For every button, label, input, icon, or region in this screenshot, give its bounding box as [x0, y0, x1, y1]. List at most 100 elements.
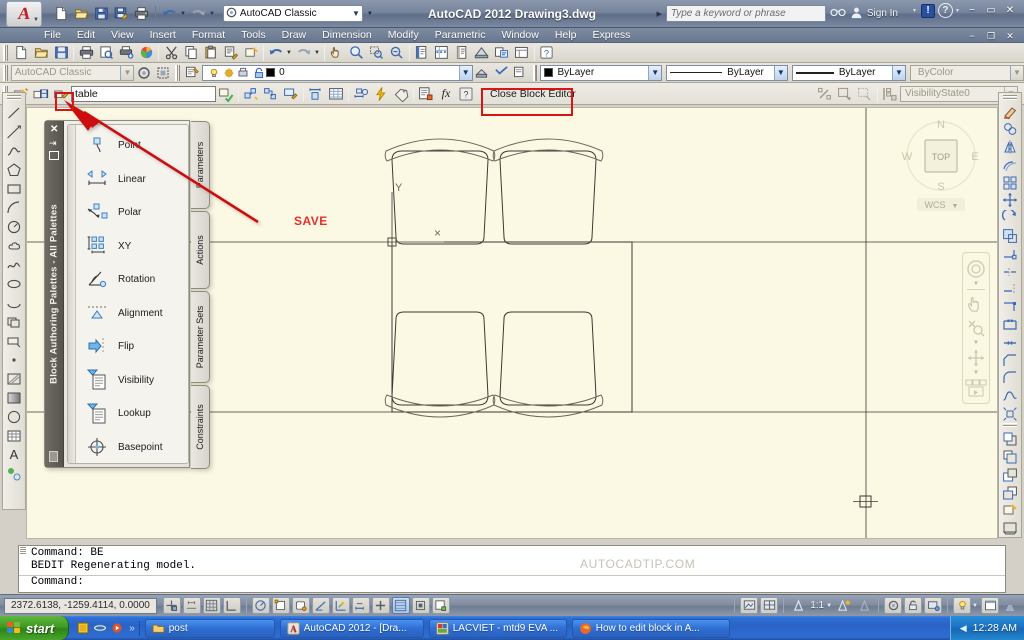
quick-properties-toggle[interactable]: [431, 597, 450, 614]
multiline-text-icon[interactable]: A: [4, 445, 24, 464]
workspace-menu-icon[interactable]: ▼: [367, 11, 373, 17]
help-dropdown-icon[interactable]: ▾: [956, 7, 959, 14]
menu-tools[interactable]: Tools: [233, 28, 274, 43]
show-hidden-icons-icon[interactable]: ◀: [960, 623, 967, 634]
palette-tab-parameters[interactable]: Parameters: [191, 121, 210, 209]
bring-to-front-icon[interactable]: [1000, 430, 1020, 448]
sheetset-icon[interactable]: [472, 44, 492, 62]
new-file-icon[interactable]: [52, 4, 71, 23]
doc-restore-button[interactable]: ❐: [983, 29, 999, 43]
chamfer-icon[interactable]: [1000, 352, 1020, 370]
dynamic-input-toggle[interactable]: [371, 597, 390, 614]
block-name-input[interactable]: table: [71, 85, 216, 102]
lineweight-toggle[interactable]: [391, 597, 410, 614]
palette-item-rotation[interactable]: Rotation: [78, 263, 188, 297]
spline-icon[interactable]: [4, 255, 24, 274]
move-icon[interactable]: [1000, 192, 1020, 210]
circle-icon[interactable]: [4, 217, 24, 236]
zoom-window-icon[interactable]: [367, 44, 387, 62]
workspace-switching-button[interactable]: [884, 597, 903, 614]
xref-icon[interactable]: [1000, 519, 1020, 537]
showmotion-icon[interactable]: [964, 376, 988, 400]
chevron-down-icon[interactable]: ▼: [826, 603, 832, 609]
lock-layer-icon[interactable]: [251, 64, 266, 82]
workspace-control-2[interactable]: AutoCAD Classic ▼: [10, 64, 135, 81]
layer-previous-icon[interactable]: [473, 64, 492, 82]
redo-dropdown-icon[interactable]: ▼: [314, 50, 320, 56]
menu-help[interactable]: Help: [547, 28, 585, 43]
taskbar-window-post[interactable]: post: [144, 618, 275, 638]
maximize-button[interactable]: ▭: [983, 4, 999, 18]
transparency-toggle[interactable]: [411, 597, 430, 614]
chevron-right-icon[interactable]: »: [129, 623, 135, 634]
plot-icon[interactable]: [76, 44, 96, 62]
edit-block-in-place-icon[interactable]: [1000, 502, 1020, 520]
more-icon[interactable]: ▾: [913, 7, 916, 14]
help-icon[interactable]: ?: [456, 85, 476, 103]
fx-icon[interactable]: fx: [436, 85, 456, 103]
break-at-point-icon[interactable]: [1000, 298, 1020, 316]
block-table-icon[interactable]: [306, 85, 326, 103]
workspace-settings-icon-2[interactable]: [134, 64, 153, 82]
make-invisible-icon[interactable]: [855, 85, 875, 103]
blend-curves-icon[interactable]: [1000, 387, 1020, 405]
pan-icon[interactable]: [327, 44, 347, 62]
auto-hide-icon[interactable]: ⇥: [49, 138, 57, 149]
search-input[interactable]: Type a keyword or phrase: [665, 5, 826, 22]
polygon-icon[interactable]: [4, 160, 24, 179]
menu-view[interactable]: View: [103, 28, 142, 43]
rectangle-icon[interactable]: [4, 179, 24, 198]
model-space-button[interactable]: [740, 597, 759, 614]
linetype-control[interactable]: ByLayer ▼: [666, 64, 788, 81]
insert-block-icon[interactable]: [4, 312, 24, 331]
save-icon[interactable]: [92, 4, 111, 23]
menu-format[interactable]: Format: [184, 28, 233, 43]
annotation-scale-icon[interactable]: [789, 597, 807, 614]
annotation-visibility-icon[interactable]: [835, 597, 853, 614]
send-under-object-icon[interactable]: [1000, 484, 1020, 502]
doc-close-button[interactable]: ✕: [1002, 29, 1018, 43]
menu-dimension[interactable]: Dimension: [314, 28, 380, 43]
hatch-icon[interactable]: [4, 369, 24, 388]
visibility-states-icon[interactable]: [880, 85, 900, 103]
constraint-display-icon[interactable]: [261, 85, 281, 103]
save-block-icon[interactable]: [31, 85, 51, 103]
palette-item-alignment[interactable]: Alignment: [78, 297, 188, 331]
media-player-icon[interactable]: [109, 621, 124, 636]
palette-menu-icon[interactable]: [49, 151, 59, 160]
layer-match-icon[interactable]: [492, 64, 511, 82]
auto-scale-icon[interactable]: [855, 597, 873, 614]
designcenter-icon[interactable]: [432, 44, 452, 62]
pan-icon[interactable]: [964, 292, 988, 316]
chevron-down-icon[interactable]: ▼: [352, 9, 360, 18]
palette-tab-constraints[interactable]: Constraints: [191, 385, 210, 469]
block-properties-table-icon[interactable]: [326, 85, 346, 103]
orbit-icon[interactable]: [964, 346, 988, 370]
cut-icon[interactable]: [161, 44, 181, 62]
line-icon[interactable]: [4, 103, 24, 122]
toolbar-grip[interactable]: [1003, 95, 1017, 100]
search-icon[interactable]: [830, 6, 846, 22]
light-on-icon[interactable]: [206, 64, 221, 82]
add-selected-icon[interactable]: [4, 464, 24, 483]
steering-wheel-icon[interactable]: [964, 257, 988, 281]
make-block-icon[interactable]: [4, 331, 24, 350]
polar-tracking-toggle[interactable]: [251, 597, 270, 614]
tool-palettes-icon[interactable]: [452, 44, 472, 62]
plot-layer-icon[interactable]: [236, 64, 251, 82]
menu-modify[interactable]: Modify: [380, 28, 427, 43]
menu-express[interactable]: Express: [584, 28, 638, 43]
palette-item-lookup[interactable]: Lookup: [78, 397, 188, 431]
view-cube[interactable]: TOP N S E W WCS ▼: [895, 112, 987, 212]
constraint-settings-icon[interactable]: [281, 85, 301, 103]
chevron-down-icon[interactable]: ▼: [648, 65, 662, 80]
region-icon[interactable]: [4, 407, 24, 426]
menu-file[interactable]: File: [36, 28, 69, 43]
coordinates-display[interactable]: 2372.6138, -1259.4114, 0.0000: [4, 597, 157, 614]
command-window-grip[interactable]: [20, 547, 26, 555]
toolbar-lock-button[interactable]: [904, 597, 923, 614]
erase-icon[interactable]: [1000, 103, 1020, 121]
zoom-previous-icon[interactable]: [387, 44, 407, 62]
help-icon[interactable]: ?: [937, 3, 953, 18]
close-button[interactable]: ✕: [1002, 4, 1018, 18]
